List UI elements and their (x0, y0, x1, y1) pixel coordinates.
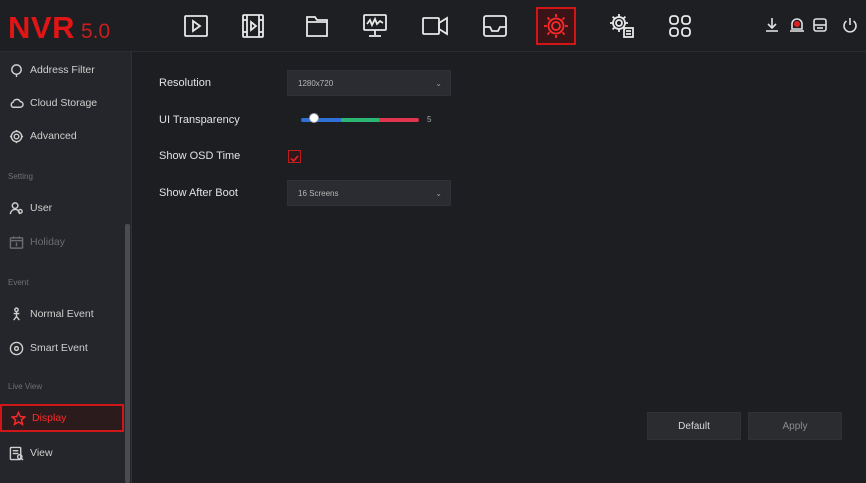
monitor-icon[interactable] (355, 7, 395, 45)
camera-icon[interactable] (415, 7, 455, 45)
sidebar-item-smart-event[interactable]: Smart Event (0, 334, 124, 362)
slider-track-red (379, 118, 419, 122)
ui-transparency-value: 5 (427, 115, 432, 124)
sidebar-item-address-filter[interactable]: Address Filter (0, 56, 124, 84)
sidebar-item-label: Advanced (30, 130, 77, 142)
folder-icon[interactable] (297, 7, 337, 45)
sidebar-item-normal-event[interactable]: Normal Event (0, 300, 124, 328)
sidebar-section-event: Event (8, 278, 29, 287)
filter-icon (8, 62, 24, 78)
tray-icon[interactable] (475, 7, 515, 45)
alarm-icon[interactable] (787, 15, 807, 35)
storage-icon[interactable] (810, 15, 830, 35)
event-icon (8, 306, 24, 322)
sidebar-item-label: Cloud Storage (30, 97, 98, 109)
default-button[interactable]: Default (647, 412, 741, 440)
sidebar-item-holiday[interactable]: Holiday (0, 228, 124, 256)
settings-gear-icon[interactable] (536, 7, 576, 45)
display-settings-panel: Resolution 1280x720 ⌄ UI Transparency 5 … (133, 52, 866, 483)
show-osd-time-label: Show OSD Time (159, 150, 241, 162)
sidebar-section-setting: Setting (8, 172, 33, 181)
sidebar-section-live-view: Live View (8, 382, 43, 391)
top-bar: NVR 5.0 (0, 0, 866, 52)
user-icon (8, 200, 24, 216)
checkmark-icon (290, 155, 299, 163)
show-after-boot-select[interactable]: 16 Screens ⌄ (287, 180, 451, 206)
download-icon[interactable] (762, 15, 782, 35)
sidebar-item-label: Address Filter (30, 64, 95, 76)
resolution-label: Resolution (159, 77, 211, 89)
star-icon (10, 410, 26, 426)
sidebar-item-label: Normal Event (30, 308, 94, 320)
sidebar-item-label: User (30, 202, 53, 214)
sidebar-scrollbar[interactable] (125, 224, 130, 483)
chevron-down-icon: ⌄ (435, 188, 442, 198)
grid-apps-icon[interactable] (660, 7, 700, 45)
sidebar-item-label: Holiday (30, 236, 66, 248)
app-logo: NVR 5.0 (8, 10, 111, 45)
slider-track-blue (301, 118, 345, 122)
apply-button[interactable]: Apply (748, 412, 842, 440)
advanced-gear-icon (8, 128, 24, 144)
playback-icon[interactable] (176, 7, 216, 45)
sidebar-item-user[interactable]: User (0, 194, 124, 222)
slider-handle[interactable] (308, 113, 319, 123)
sidebar-item-cloud-storage[interactable]: Cloud Storage (0, 89, 124, 117)
sidebar-item-label: Smart Event (30, 342, 88, 354)
ui-transparency-label: UI Transparency (159, 114, 240, 126)
smart-event-icon (8, 340, 24, 356)
show-after-boot-value: 16 Screens (298, 188, 339, 198)
sidebar-item-display[interactable]: Display (0, 404, 124, 432)
show-osd-time-checkbox[interactable] (288, 150, 301, 163)
brand-name: NVR (8, 10, 75, 45)
video-clip-icon[interactable] (233, 7, 273, 45)
power-icon[interactable] (840, 15, 860, 35)
sidebar-item-label: View (30, 447, 53, 459)
sidebar-item-view[interactable]: View (0, 439, 124, 467)
slider-track-green (341, 118, 383, 122)
show-after-boot-label: Show After Boot (159, 187, 238, 199)
maintenance-gear-icon[interactable] (602, 7, 642, 45)
calendar-icon (8, 234, 24, 250)
ui-transparency-slider[interactable] (301, 113, 419, 123)
sidebar-item-advanced[interactable]: Advanced (0, 122, 124, 150)
chevron-down-icon: ⌄ (435, 78, 442, 88)
sidebar: Address Filter Cloud Storage Advanced Se… (0, 52, 132, 483)
view-icon (8, 445, 24, 461)
resolution-select[interactable]: 1280x720 ⌄ (287, 70, 451, 96)
cloud-icon (8, 95, 24, 111)
app-version: 5.0 (80, 20, 111, 43)
resolution-value: 1280x720 (298, 78, 334, 88)
sidebar-item-label: Display (32, 412, 67, 424)
